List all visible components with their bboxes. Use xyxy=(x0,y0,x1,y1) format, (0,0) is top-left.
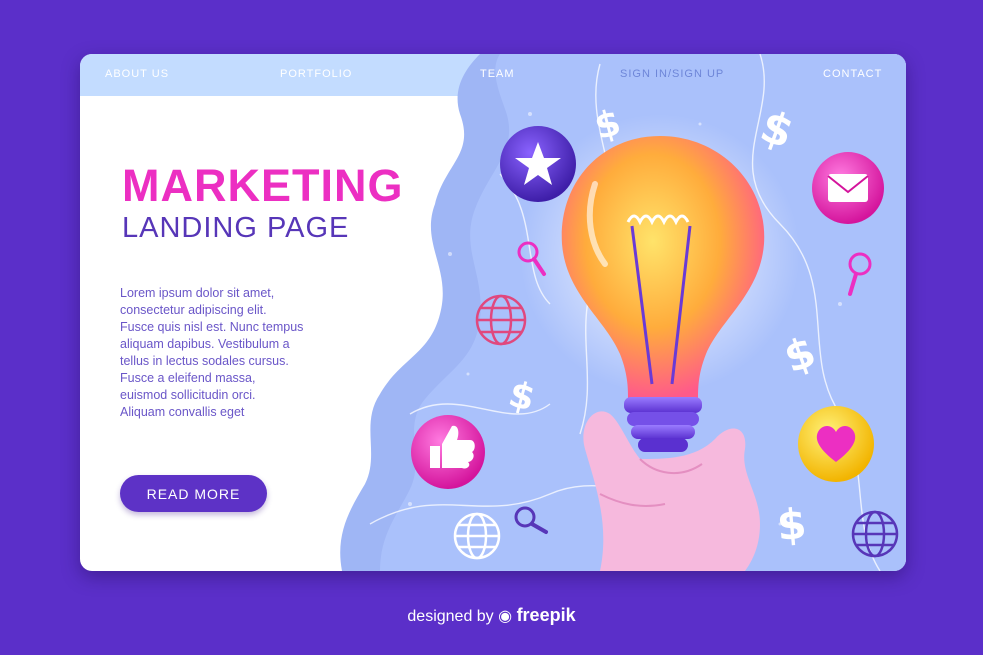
hero-title: MARKETING xyxy=(122,160,404,211)
body-line: Fusce quis nisl est. Nunc tempus xyxy=(120,320,304,334)
body-line: tellus in lectus sodales cursus. xyxy=(120,354,289,368)
top-nav: ABOUT US PORTFOLIO TEAM SIGN IN/SIGN UP … xyxy=(80,54,906,96)
nav-sign-in[interactable]: SIGN IN/SIGN UP xyxy=(620,68,724,80)
like-icon xyxy=(411,415,485,489)
dollar-icon: $ xyxy=(775,499,808,550)
body-line: Lorem ipsum dolor sit amet, xyxy=(120,286,275,300)
nav-portfolio[interactable]: PORTFOLIO xyxy=(280,68,352,80)
heart-icon xyxy=(798,406,874,482)
landing-card: $ $ $ $ $ ABOUT US PORTFOLIO TEAM SIGN I… xyxy=(80,54,906,571)
nav-about-us[interactable]: ABOUT US xyxy=(105,68,169,80)
footer-prefix: designed by xyxy=(407,608,494,625)
nav-contact[interactable]: CONTACT xyxy=(823,68,882,80)
body-line: consectetur adipiscing elit. xyxy=(120,303,267,317)
body-line: aliquam dapibus. Vestibulum a xyxy=(120,337,290,351)
read-more-button[interactable]: READ MORE xyxy=(120,475,267,512)
body-line: euismod sollicitudin orci. xyxy=(120,388,256,402)
footer-brand[interactable]: freepik xyxy=(517,605,576,625)
freepik-logo-icon: ◉ xyxy=(498,608,513,625)
body-line: Aliquam convallis eget xyxy=(120,405,245,419)
footer-credit: designed by ◉ freepik xyxy=(0,605,983,626)
star-icon xyxy=(500,126,576,202)
body-line: Fusce a eleifend massa, xyxy=(120,371,256,385)
hero-body-text: Lorem ipsum dolor sit amet, consectetur … xyxy=(120,285,360,421)
hero-subtitle: LANDING PAGE xyxy=(122,212,350,244)
email-icon xyxy=(812,152,884,224)
nav-team[interactable]: TEAM xyxy=(480,68,515,80)
